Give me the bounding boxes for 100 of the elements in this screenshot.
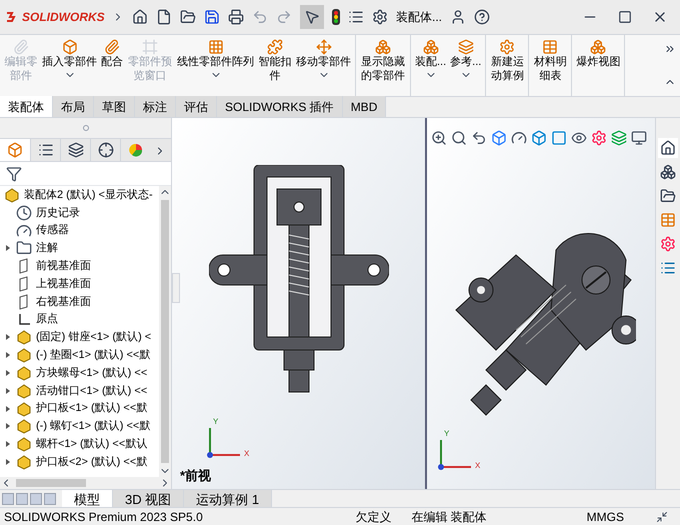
vertical-scrollbar[interactable] xyxy=(159,186,171,477)
ribbon-button[interactable]: 移动零部件 xyxy=(294,35,353,96)
product-version: SOLIDWORKS Premium 2023 SP5.0 xyxy=(4,508,203,525)
expand-arrow-icon[interactable] xyxy=(6,441,10,448)
ribbon-button[interactable]: 显示隐藏的零部件 xyxy=(358,35,408,96)
help-icon[interactable] xyxy=(474,9,490,25)
expand-arrow-icon[interactable] xyxy=(6,423,10,430)
command-tab[interactable]: 草图 xyxy=(94,96,135,117)
boxes-icon xyxy=(590,39,606,55)
cube-icon xyxy=(7,142,23,158)
tree-item[interactable]: 原点 xyxy=(36,311,58,328)
options-list-icon[interactable] xyxy=(348,9,364,25)
tree-item[interactable]: 护口板<1> (默认) <<默 xyxy=(36,400,148,417)
plane-icon xyxy=(18,276,30,292)
settings-icon[interactable] xyxy=(372,9,388,25)
zoom-to-fit-icon[interactable] xyxy=(431,130,447,146)
part-icon xyxy=(16,365,32,382)
axis-label: X xyxy=(475,462,480,470)
model-view-tab[interactable]: 运动算例 1 xyxy=(184,490,272,507)
command-tab[interactable]: 评估 xyxy=(176,96,217,117)
ribbon-button[interactable]: 插入零部件 xyxy=(40,35,99,96)
table-icon xyxy=(542,39,558,55)
print-icon[interactable] xyxy=(228,9,244,25)
units-button[interactable]: MMGS xyxy=(586,508,624,525)
boxes-icon xyxy=(422,39,439,55)
home-icon[interactable] xyxy=(132,9,148,25)
tree-item[interactable]: 注解 xyxy=(36,240,58,257)
ribbon-button[interactable]: 新建运动算例 xyxy=(488,35,526,96)
model-view-tab[interactable]: 3D 视图 xyxy=(113,490,184,507)
tree-item[interactable]: 右视基准面 xyxy=(36,294,91,310)
ribbon-button[interactable]: 参考... xyxy=(448,35,484,96)
axis-label: Y xyxy=(444,430,450,438)
tree-item[interactable]: (固定) 钳座<1> (默认) < xyxy=(36,329,152,346)
command-tab[interactable]: SOLIDWORKS 插件 xyxy=(217,96,343,117)
tree-item[interactable]: 历史记录 xyxy=(36,204,80,222)
part-icon xyxy=(16,329,32,346)
ribbon-button[interactable]: 智能扣件 xyxy=(256,35,294,96)
plane-icon xyxy=(18,294,30,310)
more-icon[interactable] xyxy=(664,43,676,55)
part-icon xyxy=(16,436,32,452)
tree-item[interactable]: 装配体2 (默认) <显示状态- xyxy=(24,186,153,204)
expand-arrow-icon[interactable] xyxy=(6,406,10,412)
expand-arrow-icon[interactable] xyxy=(6,245,10,252)
tree-item[interactable]: 传感器 xyxy=(36,222,69,239)
ribbon-button[interactable]: 配合 xyxy=(99,35,125,96)
ribbon-button[interactable]: 材料明细表 xyxy=(531,35,570,96)
tree-item[interactable]: 方块螺母<1> (默认) << xyxy=(36,364,148,382)
save-icon[interactable] xyxy=(204,9,220,25)
expand-arrow-icon[interactable] xyxy=(6,334,10,340)
open-icon[interactable] xyxy=(180,9,196,25)
horizontal-scrollbar[interactable] xyxy=(0,477,171,489)
expand-arrow-icon[interactable] xyxy=(6,459,10,466)
grid-icon xyxy=(208,39,224,55)
document-title: 装配体... xyxy=(396,9,442,26)
layers-icon xyxy=(68,142,84,158)
part-icon xyxy=(16,400,32,417)
tree-item[interactable]: (-) 螺钉<1> (默认) <<默 xyxy=(36,418,150,435)
move-icon xyxy=(316,39,332,55)
puzzle-icon xyxy=(267,39,283,55)
frame-icon xyxy=(142,39,158,55)
splitter-handle[interactable] xyxy=(82,125,88,131)
tree-item[interactable]: 前视基准面 xyxy=(36,258,91,275)
tree-item[interactable]: (-) 垫圈<1> (默认) <<默 xyxy=(36,347,150,364)
traffic-light-icon[interactable] xyxy=(332,9,340,25)
plane-icon xyxy=(18,258,30,274)
filter-icon[interactable] xyxy=(6,166,22,182)
axis-triad-drawing xyxy=(435,440,471,470)
panel-handle[interactable] xyxy=(172,273,180,303)
select-pointer-icon[interactable] xyxy=(304,9,320,25)
maximize-icon[interactable] xyxy=(618,10,632,24)
color-ball-icon xyxy=(128,142,144,158)
ribbon-button[interactable]: 线性零部件阵列 xyxy=(175,35,256,96)
command-tab[interactable]: 装配体 xyxy=(0,96,53,117)
ribbon-button[interactable]: 爆炸视图 xyxy=(574,35,622,96)
hide-show-icon[interactable] xyxy=(571,130,587,146)
axis-triad-drawing xyxy=(204,428,240,458)
ribbon-button[interactable]: 装配... xyxy=(413,35,448,96)
new-file-icon[interactable] xyxy=(156,9,172,25)
tree-item[interactable]: 护口板<2> (默认) <<默 xyxy=(36,454,148,470)
expand-arrow-icon[interactable] xyxy=(6,370,10,376)
model-view-tab[interactable]: 模型 xyxy=(62,490,113,507)
expand-arrow-icon[interactable] xyxy=(6,352,10,358)
boxes-icon xyxy=(375,39,391,55)
tree-item[interactable]: 上视基准面 xyxy=(36,276,91,292)
tree-item[interactable]: 活动钳口<1> (默认) << xyxy=(36,382,148,400)
part-icon xyxy=(16,454,32,470)
command-tab[interactable]: MBD xyxy=(342,96,386,117)
zoom-area-icon[interactable] xyxy=(451,130,467,146)
origin-icon xyxy=(17,312,31,327)
command-tab[interactable]: 布局 xyxy=(53,96,94,117)
customize-icon[interactable] xyxy=(656,510,668,522)
user-icon[interactable] xyxy=(450,9,466,25)
previous-view-icon[interactable] xyxy=(471,130,487,146)
expand-arrow-icon[interactable] xyxy=(6,388,10,394)
list-icon xyxy=(38,142,54,158)
app-logo[interactable]: SOLIDWORKS xyxy=(0,8,112,26)
command-tab[interactable]: 标注 xyxy=(135,96,176,117)
home-icon[interactable] xyxy=(658,138,678,158)
tree-item[interactable]: 螺杆<1> (默认) <<默认 xyxy=(36,436,148,452)
view-settings-icon[interactable] xyxy=(631,130,647,146)
